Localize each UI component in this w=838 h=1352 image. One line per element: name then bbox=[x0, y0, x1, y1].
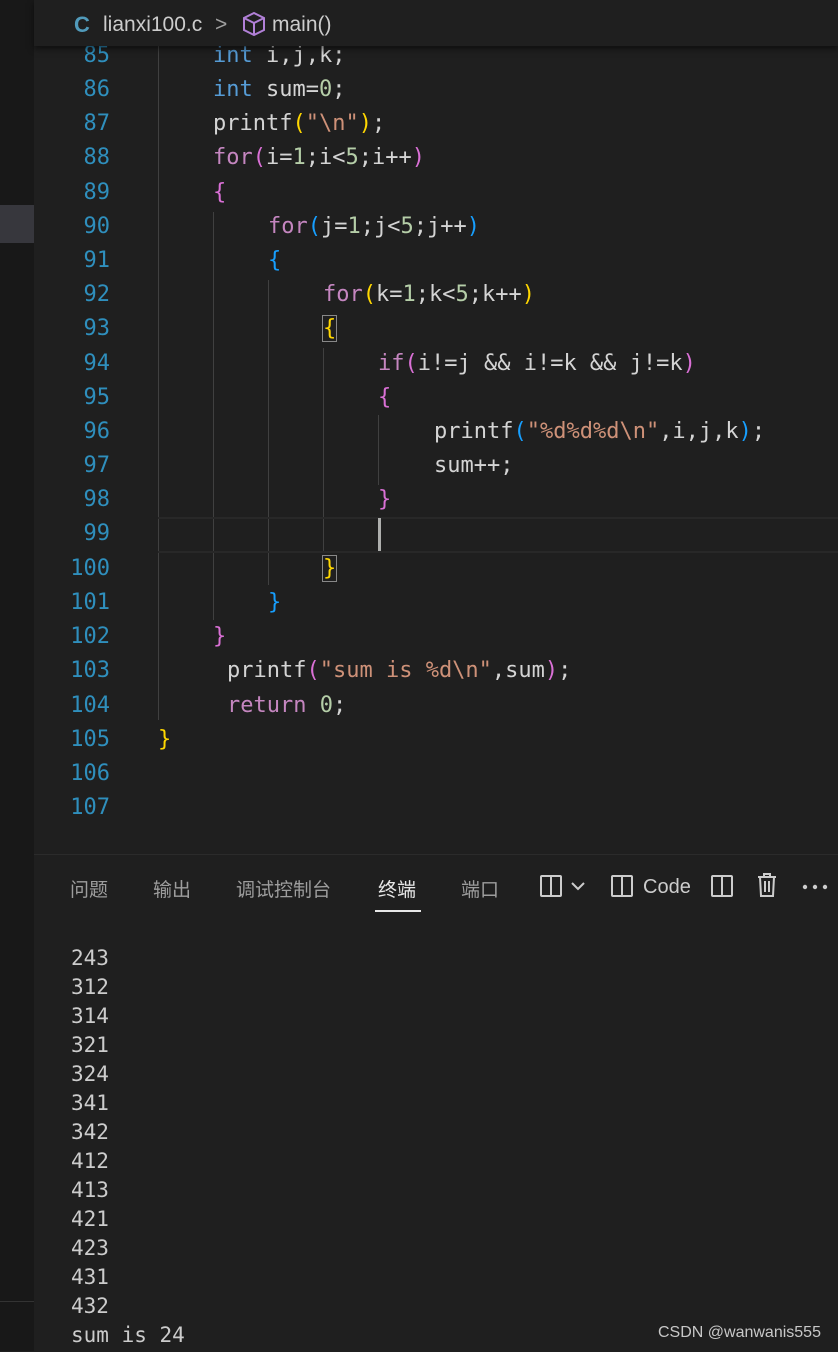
line-number: 101 bbox=[70, 590, 110, 615]
tab-ports[interactable]: 端口 bbox=[461, 875, 499, 902]
indent-guide bbox=[378, 415, 379, 485]
line-number: 99 bbox=[83, 521, 111, 546]
code-line-98: } bbox=[378, 487, 392, 512]
terminal-line: 243 bbox=[71, 946, 109, 970]
terminal-line: 412 bbox=[71, 1149, 109, 1173]
line-number: 100 bbox=[70, 556, 110, 581]
code-line-92: for(k=1;k<5;k++) bbox=[323, 282, 535, 307]
line-number: 85 bbox=[83, 43, 111, 68]
line-number: 87 bbox=[83, 111, 111, 136]
terminal-line: 321 bbox=[71, 1033, 109, 1057]
terminal-line: 413 bbox=[71, 1178, 109, 1202]
line-number: 91 bbox=[83, 248, 111, 273]
terminal-line: 431 bbox=[71, 1265, 109, 1289]
terminal-line: 342 bbox=[71, 1120, 109, 1144]
code-line-87: printf("\n"); bbox=[213, 111, 386, 136]
code-line-90: for(j=1;j<5;j++) bbox=[268, 214, 480, 239]
code-line-91: { bbox=[268, 248, 282, 273]
line-number: 104 bbox=[70, 693, 110, 718]
tab-problems[interactable]: 问题 bbox=[70, 875, 108, 902]
line-number: 106 bbox=[70, 761, 110, 786]
code-line-100: } bbox=[321, 555, 338, 582]
terminal-line: 324 bbox=[71, 1062, 109, 1086]
line-number: 92 bbox=[83, 282, 111, 307]
chevron-down-icon[interactable] bbox=[570, 879, 586, 893]
more-icon[interactable] bbox=[802, 884, 828, 890]
code-line-94: if(i!=j && i!=k && j!=k) bbox=[378, 351, 696, 376]
tab-terminal[interactable]: 终端 bbox=[378, 875, 416, 902]
code-line-95: { bbox=[378, 385, 392, 410]
line-number: 94 bbox=[83, 351, 111, 376]
code-line-96: printf("%d%d%d\n",i,j,k); bbox=[434, 419, 766, 444]
code-line-88: for(i=1;i<5;i++) bbox=[213, 145, 425, 170]
split-terminal-icon[interactable] bbox=[710, 874, 734, 898]
current-line-highlight bbox=[158, 517, 838, 553]
line-number: 86 bbox=[83, 77, 111, 102]
line-number: 98 bbox=[83, 487, 111, 512]
terminal-line: 421 bbox=[71, 1207, 109, 1231]
terminal-line: 432 bbox=[71, 1294, 109, 1318]
activity-divider bbox=[0, 1301, 34, 1302]
trash-icon[interactable] bbox=[756, 872, 778, 898]
active-tab-indicator bbox=[375, 910, 421, 912]
terminal-line: 341 bbox=[71, 1091, 109, 1115]
text-cursor bbox=[378, 518, 381, 551]
activity-bar bbox=[0, 0, 34, 1351]
cube-icon bbox=[243, 11, 265, 37]
code-line-86: int sum=0; bbox=[213, 77, 346, 102]
line-number: 89 bbox=[83, 180, 111, 205]
line-number: 105 bbox=[70, 727, 110, 752]
code-line-103: printf("sum is %d\n",sum); bbox=[227, 658, 572, 683]
breadcrumb-function[interactable]: main() bbox=[272, 13, 332, 37]
line-number: 96 bbox=[83, 419, 111, 444]
line-number: 95 bbox=[83, 385, 111, 410]
split-layout-icon[interactable] bbox=[539, 874, 563, 898]
line-number: 103 bbox=[70, 658, 110, 683]
terminal-line: 312 bbox=[71, 975, 109, 999]
code-line-105: } bbox=[158, 727, 172, 752]
split-code-icon[interactable] bbox=[610, 874, 634, 898]
code-line-101: } bbox=[268, 590, 282, 615]
code-line-102: } bbox=[213, 624, 227, 649]
breadcrumb: C lianxi100.c > main() bbox=[34, 0, 838, 46]
tab-output[interactable]: 输出 bbox=[153, 875, 191, 902]
line-number: 97 bbox=[83, 453, 111, 478]
code-line-97: sum++; bbox=[434, 453, 514, 478]
breadcrumb-file[interactable]: lianxi100.c bbox=[103, 13, 202, 37]
c-file-icon: C bbox=[74, 12, 90, 37]
watermark: CSDN @wanwanis555 bbox=[658, 1324, 821, 1341]
code-line-89: { bbox=[213, 180, 227, 205]
activity-selected-item[interactable] bbox=[0, 205, 34, 243]
bottom-panel: 问题 输出 调试控制台 终端 端口 Code bbox=[34, 854, 838, 1352]
code-profile-label[interactable]: Code bbox=[643, 876, 691, 899]
indent-guide bbox=[213, 212, 214, 620]
line-number: 93 bbox=[83, 316, 111, 341]
indent-guide bbox=[158, 40, 159, 720]
tab-debug-console[interactable]: 调试控制台 bbox=[236, 875, 331, 902]
terminal-line: sum is 24 bbox=[71, 1323, 185, 1347]
line-number: 102 bbox=[70, 624, 110, 649]
line-number: 107 bbox=[70, 795, 110, 820]
code-line-85: int i,j,k; bbox=[213, 43, 346, 68]
line-number: 88 bbox=[83, 145, 111, 170]
code-line-104: return 0; bbox=[227, 693, 347, 718]
terminal-line: 423 bbox=[71, 1236, 109, 1260]
terminal-line: 314 bbox=[71, 1004, 109, 1028]
code-line-93: { bbox=[321, 315, 338, 342]
line-number: 90 bbox=[83, 214, 111, 239]
breadcrumb-separator: > bbox=[215, 13, 228, 36]
